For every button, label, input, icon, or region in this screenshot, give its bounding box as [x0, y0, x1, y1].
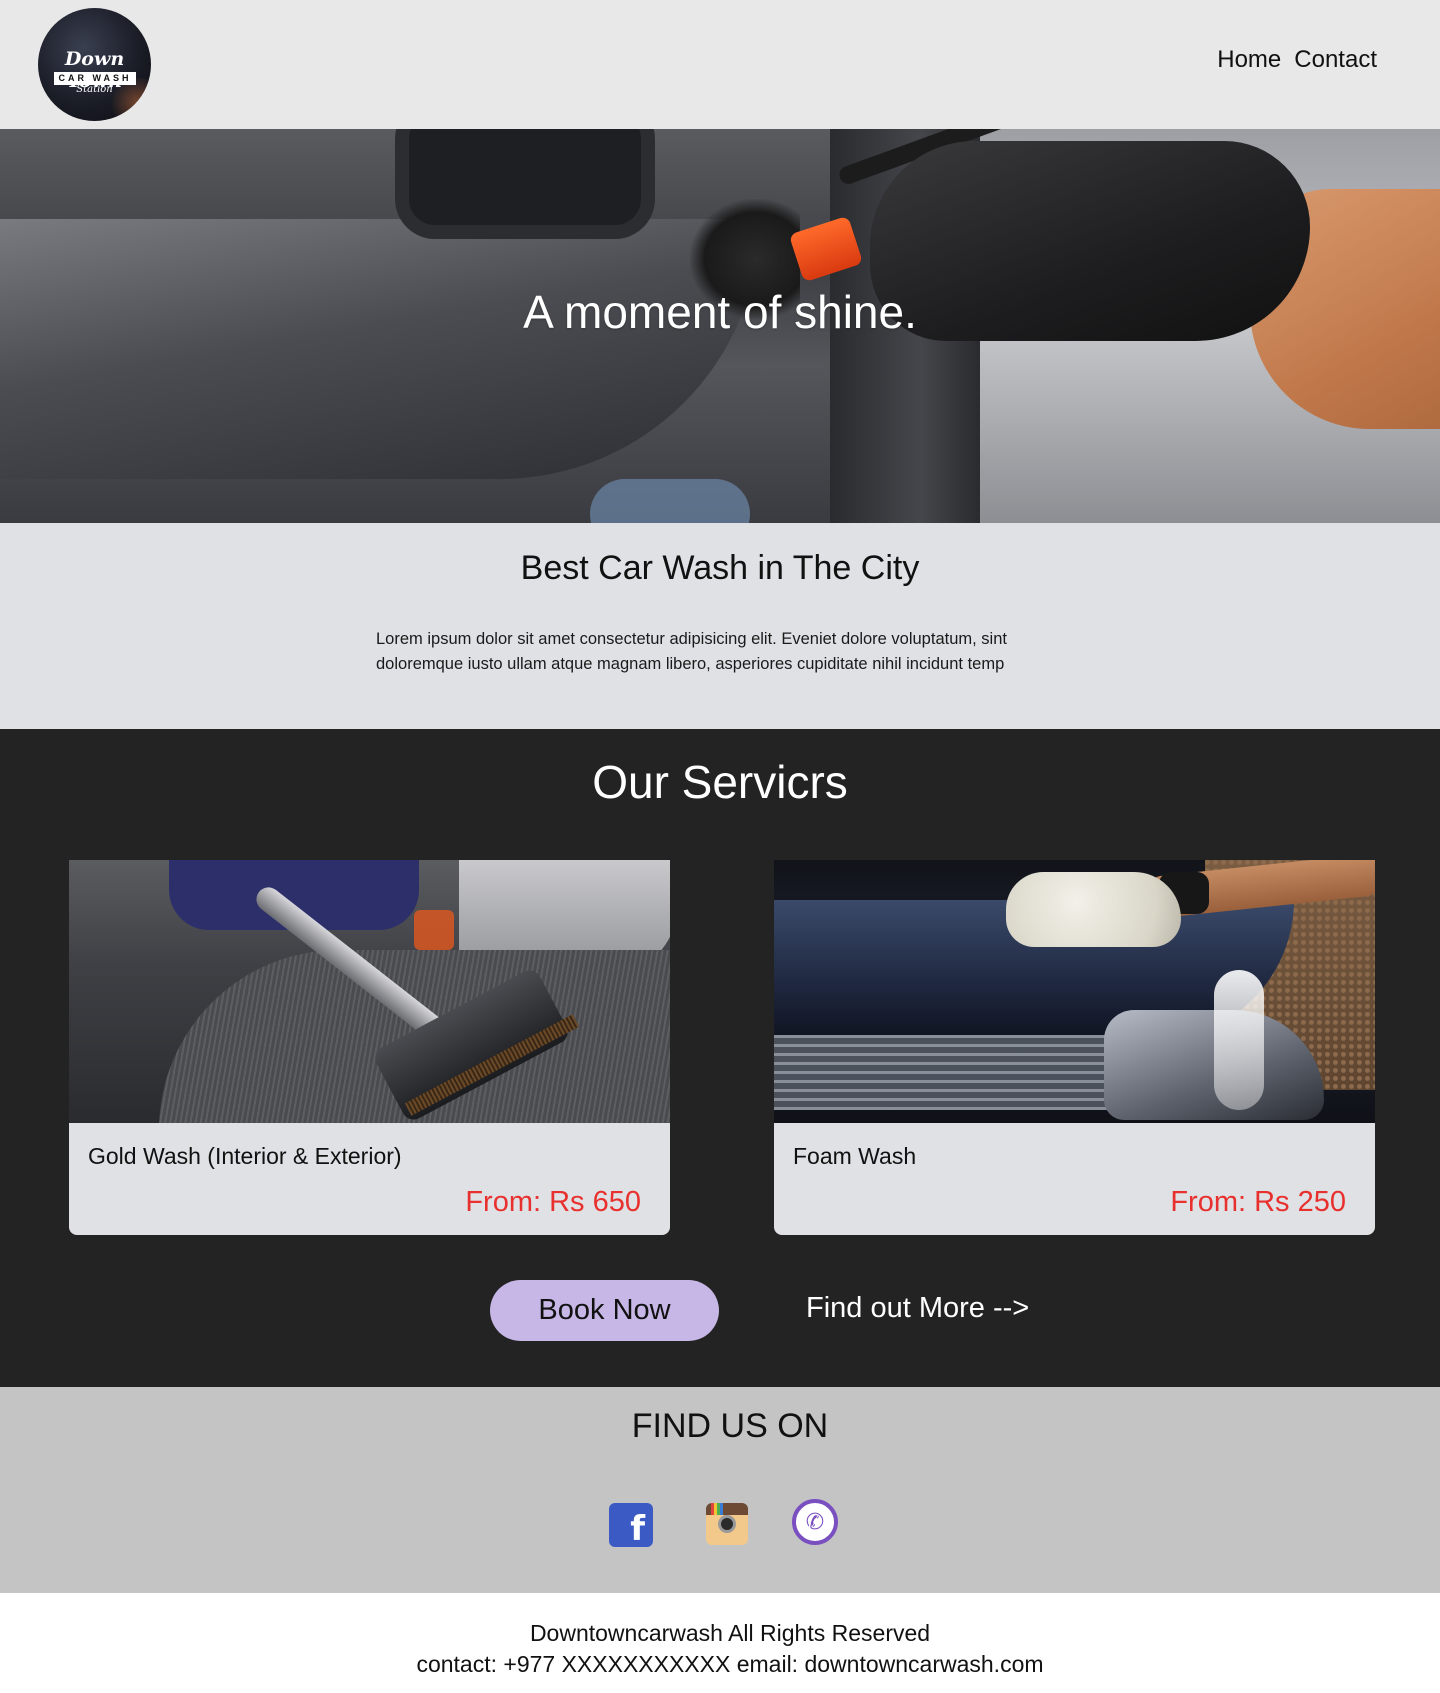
hero-title: A moment of shine.: [523, 286, 917, 338]
services-heading: Our Servicrs: [592, 756, 848, 808]
hero-banner: A moment of shine.: [0, 129, 1440, 523]
main-nav: Home Contact: [1217, 46, 1377, 74]
hero-image-panel: [0, 219, 760, 479]
viber-phone-glyph: ✆: [805, 1509, 825, 1534]
service-card-foam-wash[interactable]: Foam Wash From: Rs 250: [774, 860, 1375, 1235]
viber-icon[interactable]: ✆: [792, 1499, 838, 1545]
social-section: FIND US ON f ✆: [0, 1387, 1440, 1593]
foam-wash-image: [774, 860, 1375, 1123]
nav-home-link[interactable]: Home: [1217, 46, 1281, 74]
service-price: From: Rs 250: [1170, 1186, 1346, 1218]
about-section: Best Car Wash in The City Lorem ipsum do…: [0, 523, 1440, 729]
vacuum-cleaning-image: [69, 860, 670, 1123]
logo[interactable]: Down Town CAR WASH Station: [38, 8, 151, 121]
service-price: From: Rs 650: [465, 1186, 641, 1218]
social-heading: FIND US ON: [631, 1407, 829, 1445]
foam-image-suds: [1214, 970, 1264, 1110]
footer-contact: contact: +977 XXXXXXXXXXX email: downtow…: [416, 1651, 1044, 1677]
about-heading: Best Car Wash in The City: [520, 549, 920, 587]
footer-copyright: Downtowncarwash All Rights Reserved: [529, 1620, 931, 1646]
hero-image-vent: [395, 129, 655, 239]
site-header: Down Town CAR WASH Station Home Contact: [0, 0, 1440, 129]
social-icons: f ✆: [609, 1499, 839, 1549]
page: Down Town CAR WASH Station Home Contact …: [0, 0, 1440, 1693]
site-footer: Downtowncarwash All Rights Reserved cont…: [0, 1593, 1440, 1693]
find-out-more-link[interactable]: Find out More -->: [806, 1292, 1029, 1325]
instagram-icon-stripe: [711, 1503, 723, 1515]
hero-image-denim: [590, 479, 750, 523]
vacuum-image-accent: [414, 910, 454, 950]
logo-subtitle: Station: [76, 84, 113, 95]
about-text: Lorem ipsum dolor sit amet consectetur a…: [376, 630, 1007, 673]
instagram-icon[interactable]: [706, 1503, 748, 1545]
service-card-gold-wash[interactable]: Gold Wash (Interior & Exterior) From: Rs…: [69, 860, 670, 1235]
facebook-icon[interactable]: f: [609, 1503, 653, 1547]
service-name: Gold Wash (Interior & Exterior): [88, 1143, 402, 1169]
book-now-button[interactable]: Book Now: [490, 1280, 719, 1341]
instagram-icon-lens: [718, 1515, 736, 1533]
foam-image-wash-mitt: [1006, 872, 1181, 947]
nav-contact-link[interactable]: Contact: [1294, 46, 1377, 74]
services-section: Our Servicrs Gold Wash (Interior & Exter…: [0, 729, 1440, 1387]
service-name: Foam Wash: [793, 1143, 917, 1169]
